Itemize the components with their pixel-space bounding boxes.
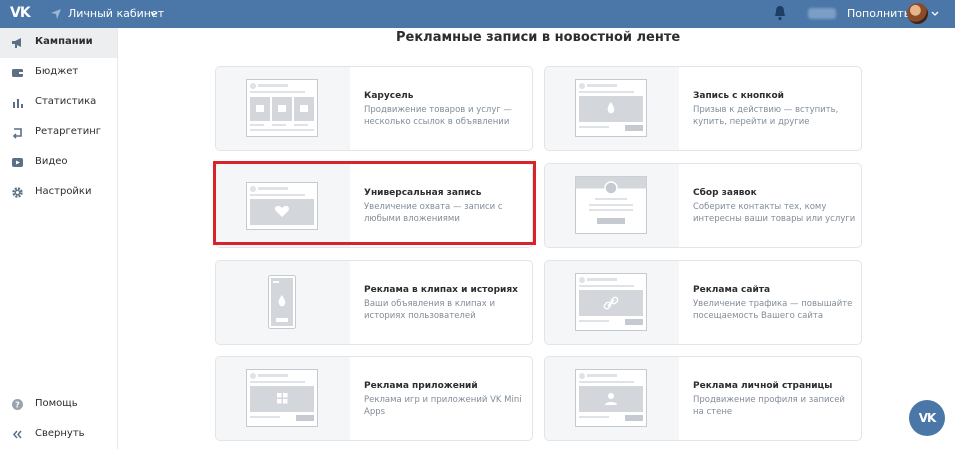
sidebar-item-label: Настройки (35, 186, 92, 197)
card-thumbnail (545, 261, 679, 344)
card-title: Реклама сайта (693, 285, 771, 295)
card-thumbnail (216, 357, 350, 440)
card-profile-ads[interactable]: Реклама личной страницы Продвижение проф… (544, 356, 862, 441)
sidebar-item-retargeting[interactable]: Ретаргетинг (0, 118, 117, 148)
card-thumbnail (545, 67, 679, 150)
sidebar-item-budget[interactable]: Бюджет (0, 58, 117, 88)
button-post-preview-icon (575, 79, 647, 137)
navigation-arrow-icon (51, 9, 61, 19)
retarget-icon (12, 128, 22, 139)
sidebar-item-label: Помощь (35, 398, 78, 409)
card-carousel[interactable]: Карусель Продвижение товаров и услуг — н… (215, 66, 533, 151)
sidebar-item-label: Видео (35, 156, 68, 167)
card-title: Реклама приложений (364, 381, 478, 391)
card-universal-post[interactable]: Универсальная запись Увеличение охвата —… (215, 163, 533, 248)
card-clips-stories[interactable]: Реклама в клипах и историях Ваши объявле… (215, 260, 533, 345)
sidebar-item-help[interactable]: ? Помощь (0, 390, 117, 420)
card-description: Продвижение товаров и услуг — несколько … (364, 105, 513, 127)
card-title: Запись с кнопкой (693, 91, 784, 101)
card-thumbnail (545, 357, 679, 440)
card-title: Реклама личной страницы (693, 381, 833, 391)
chevron-down-icon[interactable] (931, 10, 939, 18)
sidebar-item-video[interactable]: Видео (0, 148, 117, 178)
sidebar-item-label: Бюджет (35, 66, 79, 77)
sidebar: Кампании Бюджет Статистика Ретаргетинг В… (0, 28, 118, 449)
card-thumbnail (545, 164, 679, 247)
card-app-ads[interactable]: Реклама приложений Реклама игр и приложе… (215, 356, 533, 441)
sidebar-item-statistics[interactable]: Статистика (0, 88, 117, 118)
stories-preview-icon (268, 275, 296, 329)
profile-preview-icon (575, 369, 647, 427)
sidebar-item-settings[interactable]: Настройки (0, 178, 117, 208)
topup-link[interactable]: Пополнить (847, 7, 910, 20)
avatar[interactable] (907, 3, 928, 24)
website-preview-icon (575, 273, 647, 331)
wallet-icon (12, 69, 23, 77)
sidebar-item-label: Статистика (35, 96, 97, 107)
card-title: Универсальная запись (364, 188, 482, 198)
bar-chart-icon (13, 99, 23, 108)
collapse-icon (13, 430, 22, 439)
chevron-down-icon[interactable] (150, 10, 158, 18)
sidebar-item-label: Свернуть (35, 428, 85, 439)
card-description: Реклама игр и приложений VK Mini Apps (364, 395, 522, 417)
gear-icon (12, 187, 23, 198)
card-description: Соберите контакты тех, кому интересны ва… (693, 202, 856, 224)
bell-icon[interactable] (773, 5, 787, 21)
card-lead-form[interactable]: Сбор заявок Соберите контакты тех, кому … (544, 163, 862, 248)
vk-floating-button[interactable]: VK (909, 400, 945, 436)
balance-hidden (808, 8, 836, 19)
page-title: Рекламные записи в новостной ленте (396, 30, 681, 45)
card-description: Увеличение охвата — записи с любыми влож… (364, 202, 503, 224)
vk-logo[interactable]: VK (10, 5, 31, 23)
card-description: Ваши объявления в клипах и историях поль… (364, 299, 495, 321)
sidebar-item-label: Ретаргетинг (35, 126, 102, 137)
svg-text:?: ? (15, 401, 20, 410)
card-title: Сбор заявок (693, 188, 757, 198)
carousel-preview-icon (246, 79, 318, 137)
sidebar-item-collapse[interactable]: Свернуть (0, 420, 117, 449)
card-title: Реклама в клипах и историях (364, 285, 518, 295)
card-thumbnail (216, 261, 350, 344)
card-title: Карусель (364, 91, 414, 101)
card-thumbnail (216, 164, 350, 247)
app-preview-icon (246, 369, 318, 427)
top-header: VK Личный кабинет Пополнить (0, 0, 955, 28)
card-description: Увеличение трафика — повышайте посещаемо… (693, 299, 853, 321)
card-website-ads[interactable]: Реклама сайта Увеличение трафика — повыш… (544, 260, 862, 345)
universal-post-preview-icon (246, 182, 318, 230)
card-button-post[interactable]: Запись с кнопкой Призыв к действию — вст… (544, 66, 862, 151)
card-description: Призыв к действию — вступить, купить, пе… (693, 105, 839, 127)
lead-form-preview-icon (575, 176, 647, 234)
card-thumbnail (216, 67, 350, 150)
sidebar-item-label: Кампании (35, 36, 93, 47)
sidebar-item-campaigns[interactable]: Кампании (0, 28, 117, 58)
help-icon: ? (12, 399, 23, 410)
card-description: Продвижение профиля и записей на стене (693, 395, 845, 417)
megaphone-icon (12, 38, 21, 48)
video-icon (12, 158, 23, 167)
